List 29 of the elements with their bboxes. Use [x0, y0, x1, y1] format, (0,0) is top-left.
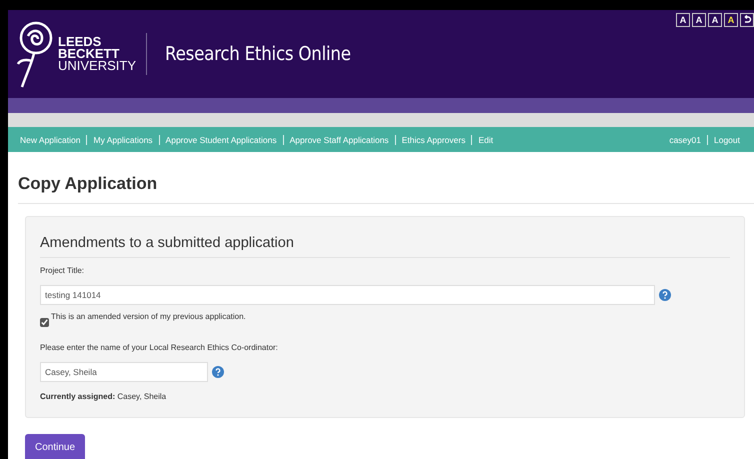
- assigned-text: Currently assigned: Casey, Sheila: [40, 391, 168, 404]
- nav-link[interactable]: casey01: [663, 134, 707, 144]
- text-size-button[interactable]: A: [724, 13, 738, 27]
- field-label: Project Title:: [40, 265, 86, 278]
- coordinator-field[interactable]: Casey, Sheila: [40, 362, 208, 382]
- nav-link[interactable]: Edit: [471, 134, 500, 144]
- text-size-button[interactable]: A: [708, 13, 722, 27]
- amended-checkbox[interactable]: [40, 318, 49, 328]
- checkbox-label: This is an amended version of my previous application.: [51, 311, 246, 324]
- logo-text: BECKETT: [58, 48, 120, 60]
- logo-text: UNIVERSITY: [58, 60, 136, 72]
- continue-button[interactable]: Continue: [25, 434, 86, 459]
- project-title-field[interactable]: testing 141014: [40, 285, 655, 306]
- text-size-button[interactable]: A: [692, 13, 706, 27]
- panel-heading: Amendments to a submitted application: [40, 232, 730, 258]
- reset-icon[interactable]: [740, 13, 754, 27]
- nav-link[interactable]: Ethics Approvers: [394, 134, 472, 144]
- text-size-button[interactable]: A: [676, 13, 690, 27]
- nav-link[interactable]: Logout: [707, 134, 746, 144]
- site-title: Research Ethics Online: [165, 42, 351, 67]
- help-icon[interactable]: [212, 366, 224, 378]
- nav-link[interactable]: Approve Student Applications: [158, 134, 283, 144]
- help-icon[interactable]: [659, 289, 671, 302]
- nav-link[interactable]: My Applications: [86, 134, 159, 144]
- field-label: Please enter the name of your Local Research Ethics Co-ordinator:: [40, 342, 279, 354]
- nav-link[interactable]: New Application: [14, 134, 86, 144]
- logo-text: LEEDS: [58, 36, 102, 48]
- page-title: Copy Application: [18, 171, 754, 204]
- nav-link[interactable]: Approve Staff Applications: [282, 134, 395, 144]
